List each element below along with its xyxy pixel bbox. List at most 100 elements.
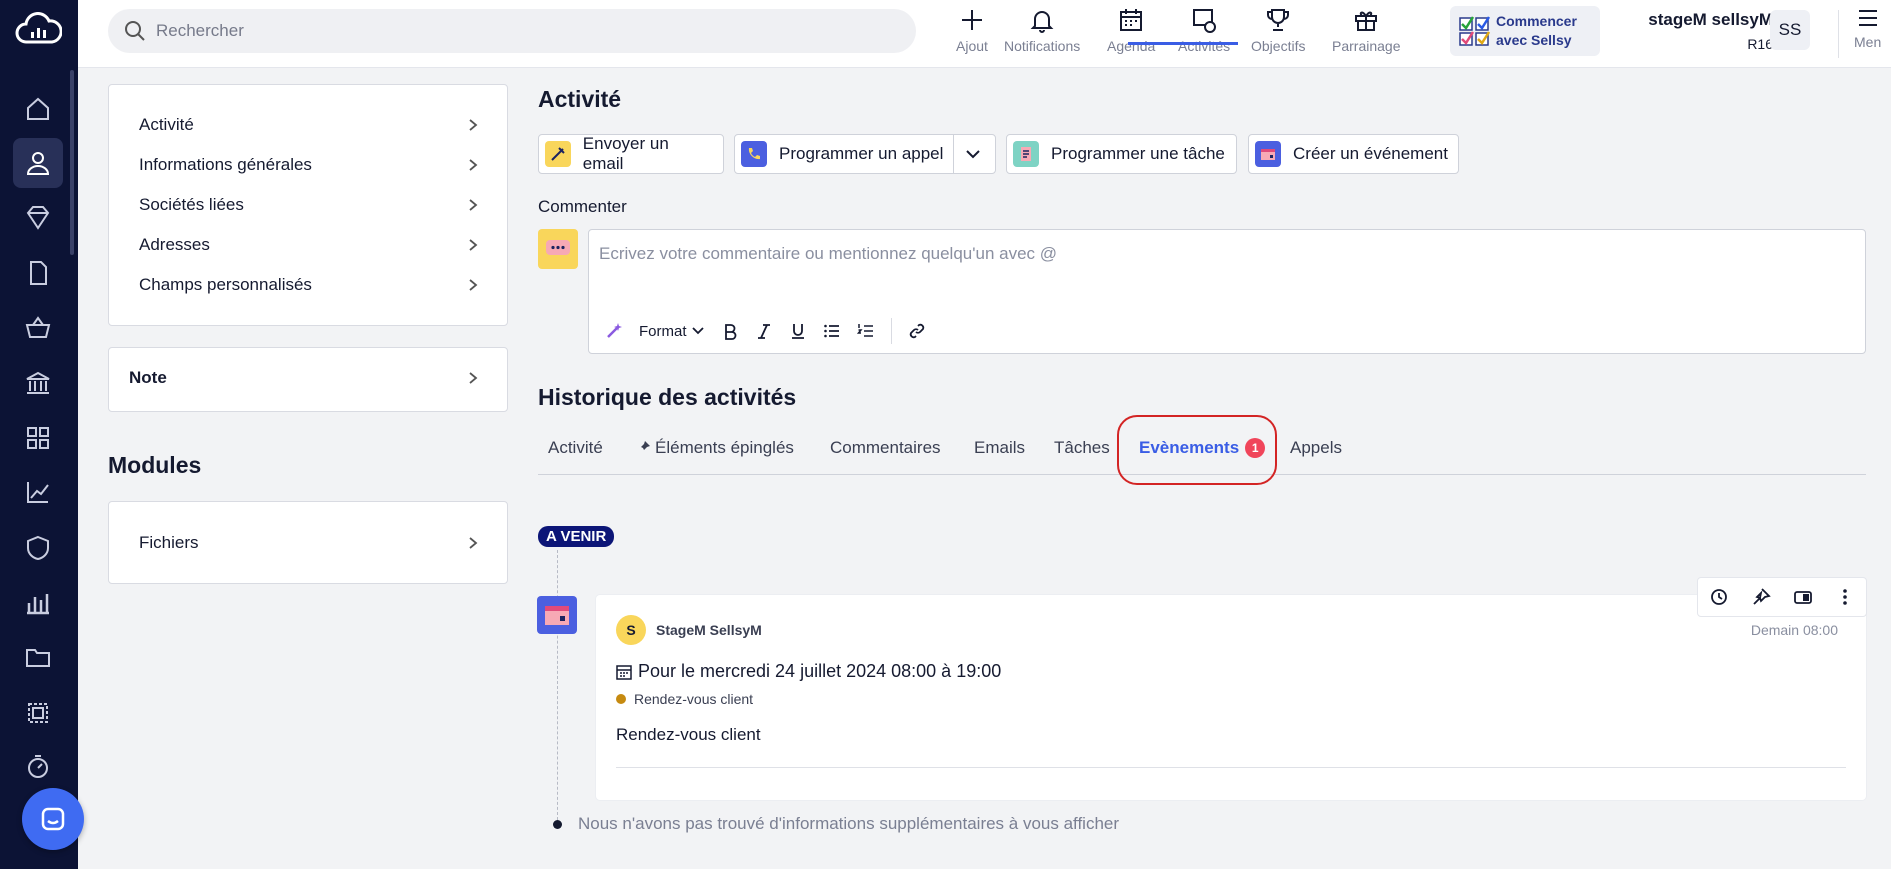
tab-pinned[interactable]: Éléments épinglés xyxy=(638,438,794,458)
link-icon[interactable] xyxy=(908,322,926,340)
convert-icon[interactable] xyxy=(1793,587,1813,607)
tab-tasks[interactable]: Tâches xyxy=(1054,438,1110,458)
panel-item-societes[interactable]: Sociétés liées xyxy=(139,195,479,215)
notifications-button[interactable]: Notifications xyxy=(1004,6,1080,54)
info-panel: Activité Informations générales Sociétés… xyxy=(108,84,508,326)
calendar-icon xyxy=(616,664,632,680)
event-calendar-icon xyxy=(537,596,577,634)
search-bar[interactable] xyxy=(108,9,916,53)
shield-icon[interactable] xyxy=(13,523,63,573)
panel-item-activite[interactable]: Activité xyxy=(139,115,479,135)
magic-wand-icon[interactable] xyxy=(605,322,623,340)
basket-icon[interactable] xyxy=(13,302,63,352)
left-navigation xyxy=(0,0,78,869)
chevron-down-icon xyxy=(692,326,704,334)
user-name[interactable]: stageM sellsyM xyxy=(1628,10,1773,30)
cloud-logo-icon[interactable] xyxy=(14,12,62,48)
event-calendar-icon xyxy=(1255,141,1281,167)
comment-editor[interactable]: Ecrivez votre commentaire ou mentionnez … xyxy=(588,229,1866,354)
schedule-task-button[interactable]: Programmer une tâche xyxy=(1006,134,1237,174)
tab-emails[interactable]: Emails xyxy=(974,438,1025,458)
toolbar-separator xyxy=(890,318,892,344)
notifications-label: Notifications xyxy=(1004,38,1081,54)
create-event-label: Créer un événement xyxy=(1293,144,1448,163)
menu-button[interactable]: Men xyxy=(1854,6,1881,50)
stamp-icon[interactable] xyxy=(13,688,63,738)
event-date-text: Pour le mercredi 24 juillet 2024 08:00 à… xyxy=(638,661,1002,681)
bell-icon xyxy=(1030,11,1054,33)
bullet-list-icon[interactable] xyxy=(823,322,841,340)
apps-grid-icon[interactable] xyxy=(13,413,63,463)
event-title: Rendez-vous client xyxy=(616,725,761,744)
objectives-button[interactable]: Objectifs xyxy=(1251,6,1305,54)
files-row[interactable]: Fichiers xyxy=(139,533,479,553)
start-card-line2: avec Sellsy xyxy=(1496,32,1572,48)
create-event-button[interactable]: Créer un événement xyxy=(1248,134,1459,174)
avatar[interactable]: SS xyxy=(1770,10,1810,50)
chevron-down-icon xyxy=(966,150,980,159)
document-icon[interactable] xyxy=(13,248,63,298)
agenda-button[interactable]: Agenda xyxy=(1107,6,1155,54)
history-icon[interactable] xyxy=(1709,587,1729,607)
underline-icon[interactable] xyxy=(789,322,807,340)
diamond-icon[interactable] xyxy=(13,192,63,242)
comment-placeholder[interactable]: Ecrivez votre commentaire ou mentionnez … xyxy=(599,244,1057,264)
format-dropdown[interactable]: Format xyxy=(639,323,705,340)
chart-line-icon[interactable] xyxy=(13,467,63,517)
nav-scrollbar[interactable] xyxy=(70,70,74,255)
pin-icon[interactable] xyxy=(1751,587,1771,607)
bar-chart-icon[interactable] xyxy=(13,578,63,628)
bank-icon[interactable] xyxy=(13,358,63,408)
tab-activite[interactable]: Activité xyxy=(548,438,603,458)
tab-comments[interactable]: Commentaires xyxy=(830,438,941,458)
start-with-sellsy-card[interactable]: Commencer avec Sellsy xyxy=(1450,6,1600,56)
events-tab-highlight xyxy=(1117,415,1277,485)
gift-icon xyxy=(1355,11,1378,31)
folder-icon[interactable] xyxy=(13,632,63,682)
user-sub: R16 xyxy=(1747,36,1773,52)
chat-support-button[interactable] xyxy=(22,788,84,850)
activity-icon xyxy=(1193,9,1217,33)
add-button[interactable]: Ajout xyxy=(956,6,988,54)
menu-divider xyxy=(1838,10,1839,58)
more-options-icon[interactable] xyxy=(1835,587,1855,607)
home-icon[interactable] xyxy=(13,84,63,134)
upcoming-badge: A VENIR xyxy=(538,526,615,547)
no-more-info-text: Nous n'avons pas trouvé d'informations s… xyxy=(578,814,1120,833)
send-email-button[interactable]: Envoyer un email xyxy=(538,134,724,174)
call-options-dropdown[interactable] xyxy=(953,135,991,173)
modules-title: Modules xyxy=(108,452,202,478)
active-tab-underline xyxy=(1128,42,1238,45)
phone-icon xyxy=(741,141,767,167)
files-panel[interactable]: Fichiers xyxy=(108,501,508,584)
top-bar: Ajout Notifications Agenda Activités Obj… xyxy=(78,0,1891,68)
note-row[interactable]: Note xyxy=(129,368,479,388)
pin-icon xyxy=(639,441,650,452)
panel-item-label: Sociétés liées xyxy=(139,195,244,214)
italic-icon[interactable] xyxy=(755,322,773,340)
search-icon xyxy=(125,21,145,41)
contacts-icon[interactable] xyxy=(13,138,63,188)
panel-item-adresses[interactable]: Adresses xyxy=(139,235,479,255)
stopwatch-icon[interactable] xyxy=(13,742,63,792)
event-card[interactable]: S StageM SellsyM Demain 08:00 Pour le me… xyxy=(596,595,1866,800)
panel-item-champs[interactable]: Champs personnalisés xyxy=(139,275,479,295)
email-pen-icon xyxy=(545,141,571,167)
trophy-icon xyxy=(1267,9,1290,31)
tab-calls[interactable]: Appels xyxy=(1290,438,1342,458)
chevron-right-icon xyxy=(469,159,478,171)
panel-item-informations[interactable]: Informations générales xyxy=(139,155,479,175)
task-list-icon xyxy=(1013,141,1039,167)
plus-icon xyxy=(961,10,982,30)
note-panel[interactable]: Note xyxy=(108,347,508,412)
event-author-avatar: S xyxy=(616,615,646,645)
activities-label: Activités xyxy=(1178,38,1231,54)
referral-button[interactable]: Parrainage xyxy=(1332,6,1401,54)
panel-item-label: Champs personnalisés xyxy=(139,275,312,294)
search-input[interactable] xyxy=(156,21,856,41)
schedule-call-button[interactable]: Programmer un appel xyxy=(734,134,996,174)
bold-icon[interactable] xyxy=(721,322,739,340)
numbered-list-icon[interactable] xyxy=(856,322,875,340)
activities-button[interactable]: Activités xyxy=(1178,6,1230,54)
referral-label: Parrainage xyxy=(1332,38,1401,54)
